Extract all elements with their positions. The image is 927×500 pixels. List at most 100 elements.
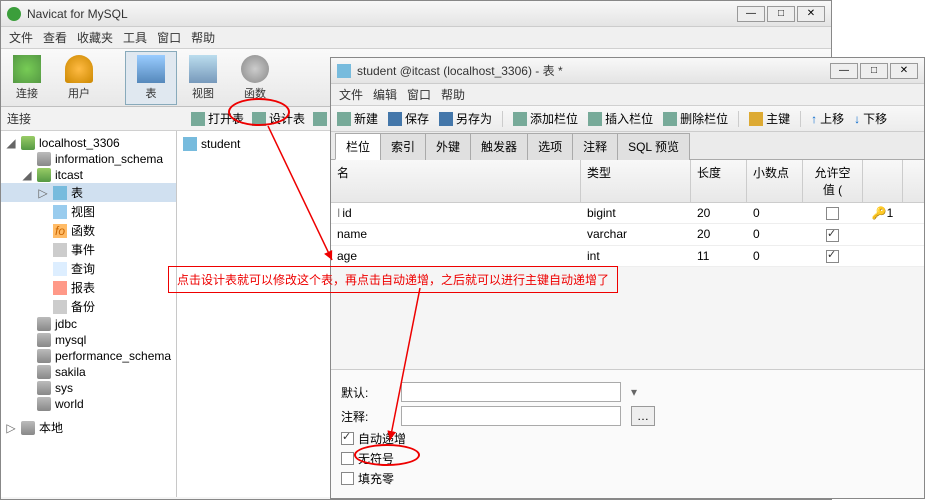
table-row[interactable]: namevarchar200 bbox=[331, 224, 924, 245]
auto-increment-checkbox[interactable] bbox=[341, 432, 354, 445]
add-column-icon bbox=[513, 112, 527, 126]
design-tabs: 栏位 索引 外键 触发器 选项 注释 SQL 预览 bbox=[331, 132, 924, 160]
tree-events[interactable]: 事件 bbox=[1, 240, 176, 259]
tb-delcol[interactable]: 删除栏位 bbox=[663, 110, 728, 127]
tree-db[interactable]: mysql bbox=[1, 332, 176, 348]
arrow-down-icon: ↓ bbox=[854, 112, 860, 126]
maximize-button[interactable]: □ bbox=[860, 63, 888, 79]
cell-length[interactable]: 20 bbox=[691, 203, 747, 223]
cell-key[interactable] bbox=[863, 246, 903, 266]
chevron-down-icon[interactable]: ▾ bbox=[631, 385, 637, 399]
tree-db-open[interactable]: ◢itcast bbox=[1, 167, 176, 183]
tb-connection[interactable]: 连接 bbox=[1, 51, 53, 105]
table-row[interactable]: Iidbigint200 🔑1 bbox=[331, 203, 924, 224]
default-input[interactable] bbox=[401, 382, 621, 402]
tb-pk[interactable]: 主键 bbox=[749, 110, 790, 127]
tab-fk[interactable]: 外键 bbox=[425, 133, 471, 160]
tb-up[interactable]: ↑上移 bbox=[811, 110, 844, 127]
tree-reports[interactable]: 报表 bbox=[1, 278, 176, 297]
header-length[interactable]: 长度 bbox=[691, 160, 747, 202]
tb-down[interactable]: ↓下移 bbox=[854, 110, 887, 127]
tree-host[interactable]: ◢localhost_3306 bbox=[1, 135, 176, 151]
tab-options[interactable]: 选项 bbox=[527, 133, 573, 160]
cell-null[interactable] bbox=[803, 203, 863, 223]
tab-indexes[interactable]: 索引 bbox=[380, 133, 426, 160]
comment-more-button[interactable]: … bbox=[631, 406, 655, 426]
menu-help[interactable]: 帮助 bbox=[441, 86, 465, 103]
tb-save[interactable]: 保存 bbox=[388, 110, 429, 127]
tb-new[interactable]: 新建 bbox=[337, 110, 378, 127]
comment-input[interactable] bbox=[401, 406, 621, 426]
tab-sql[interactable]: SQL 预览 bbox=[617, 133, 690, 160]
tab-columns[interactable]: 栏位 bbox=[335, 133, 381, 160]
menu-tools[interactable]: 工具 bbox=[123, 29, 147, 46]
cell-type[interactable]: int bbox=[581, 246, 691, 266]
cell-length[interactable]: 20 bbox=[691, 224, 747, 244]
header-decimal[interactable]: 小数点 bbox=[747, 160, 803, 202]
tree-tables[interactable]: ▷表 bbox=[1, 183, 176, 202]
tree-local[interactable]: ▷本地 bbox=[1, 418, 176, 437]
cell-length[interactable]: 11 bbox=[691, 246, 747, 266]
cell-null[interactable] bbox=[803, 224, 863, 244]
menu-file[interactable]: 文件 bbox=[9, 29, 33, 46]
tree-db[interactable]: sakila bbox=[1, 364, 176, 380]
tb-table[interactable]: 表 bbox=[125, 51, 177, 105]
header-type[interactable]: 类型 bbox=[581, 160, 691, 202]
tab-triggers[interactable]: 触发器 bbox=[470, 133, 528, 160]
menu-window[interactable]: 窗口 bbox=[407, 86, 431, 103]
open-table-button[interactable]: 打开表 bbox=[191, 110, 244, 127]
menu-view[interactable]: 查看 bbox=[43, 29, 67, 46]
menu-window[interactable]: 窗口 bbox=[157, 29, 181, 46]
cell-decimal[interactable]: 0 bbox=[747, 203, 803, 223]
cell-type[interactable]: varchar bbox=[581, 224, 691, 244]
tb-func[interactable]: 函数 bbox=[229, 51, 281, 105]
tree-queries[interactable]: 查询 bbox=[1, 259, 176, 278]
tree-db[interactable]: performance_schema bbox=[1, 348, 176, 364]
menu-help[interactable]: 帮助 bbox=[191, 29, 215, 46]
tree-functions[interactable]: fo函数 bbox=[1, 221, 176, 240]
tree-views[interactable]: 视图 bbox=[1, 202, 176, 221]
cell-null[interactable] bbox=[803, 246, 863, 266]
cell-key[interactable] bbox=[863, 224, 903, 244]
menu-file[interactable]: 文件 bbox=[339, 86, 363, 103]
tb-saveas[interactable]: 另存为 bbox=[439, 110, 492, 127]
unsigned-checkbox[interactable] bbox=[341, 452, 354, 465]
tab-comment[interactable]: 注释 bbox=[572, 133, 618, 160]
cell-name[interactable]: Iid bbox=[331, 203, 581, 223]
cell-name[interactable]: age bbox=[331, 246, 581, 266]
menu-fav[interactable]: 收藏夹 bbox=[77, 29, 113, 46]
menu-edit[interactable]: 编辑 bbox=[373, 86, 397, 103]
header-key[interactable] bbox=[863, 160, 903, 202]
table-row[interactable]: ageint110 bbox=[331, 246, 924, 267]
tree-backup[interactable]: 备份 bbox=[1, 297, 176, 316]
new-icon bbox=[313, 112, 327, 126]
table-icon bbox=[183, 137, 197, 151]
cell-name[interactable]: name bbox=[331, 224, 581, 244]
delete-column-icon bbox=[663, 112, 677, 126]
minimize-button[interactable]: — bbox=[830, 63, 858, 79]
tree-db[interactable]: world bbox=[1, 396, 176, 412]
tb-view[interactable]: 视图 bbox=[177, 51, 229, 105]
saveas-icon bbox=[439, 112, 453, 126]
maximize-button[interactable]: □ bbox=[767, 6, 795, 22]
view-icon bbox=[189, 55, 217, 83]
tree-db[interactable]: information_schema bbox=[1, 151, 176, 167]
tree-db[interactable]: jdbc bbox=[1, 316, 176, 332]
cell-type[interactable]: bigint bbox=[581, 203, 691, 223]
cell-key[interactable]: 🔑1 bbox=[863, 203, 903, 223]
zerofill-checkbox[interactable] bbox=[341, 472, 354, 485]
cell-decimal[interactable]: 0 bbox=[747, 246, 803, 266]
column-grid: 名 类型 长度 小数点 允许空值 ( Iidbigint200🔑1namevar… bbox=[331, 160, 924, 267]
tb-inscol[interactable]: 插入栏位 bbox=[588, 110, 653, 127]
design-table-button[interactable]: 设计表 bbox=[252, 110, 305, 127]
cell-decimal[interactable]: 0 bbox=[747, 224, 803, 244]
report-icon bbox=[53, 281, 67, 295]
tb-addcol[interactable]: 添加栏位 bbox=[513, 110, 578, 127]
minimize-button[interactable]: — bbox=[737, 6, 765, 22]
tb-user[interactable]: 用户 bbox=[53, 51, 105, 105]
close-button[interactable]: ✕ bbox=[890, 63, 918, 79]
close-button[interactable]: ✕ bbox=[797, 6, 825, 22]
tree-db[interactable]: sys bbox=[1, 380, 176, 396]
header-null[interactable]: 允许空值 ( bbox=[803, 160, 863, 202]
header-name[interactable]: 名 bbox=[331, 160, 581, 202]
